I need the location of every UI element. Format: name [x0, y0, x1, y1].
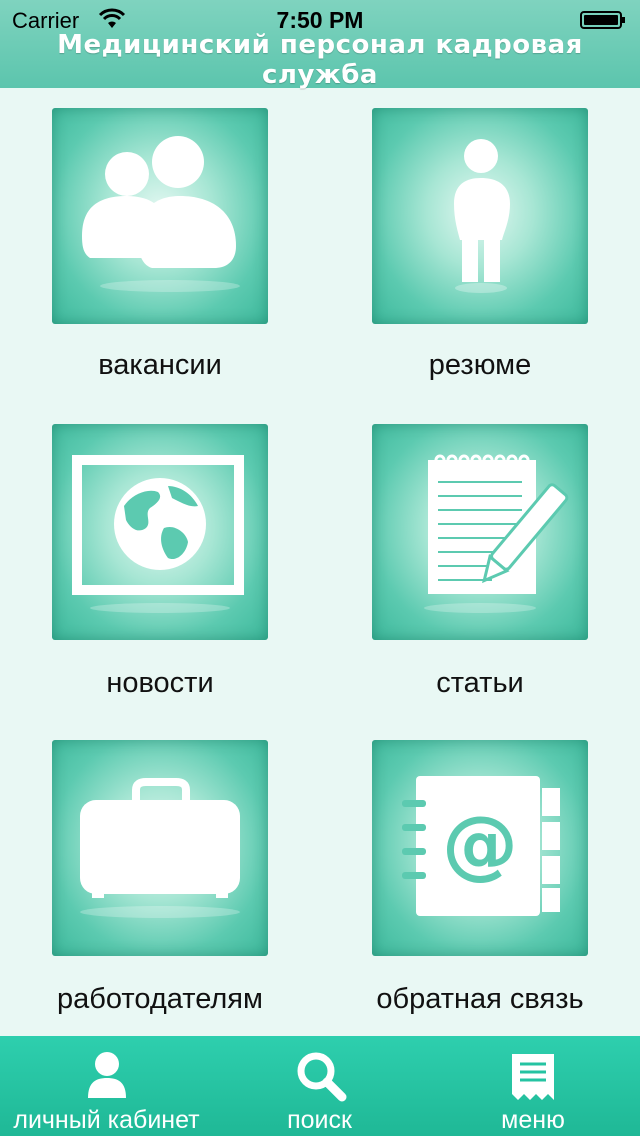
- tile-feedback[interactable]: @: [372, 740, 588, 956]
- tile-articles[interactable]: [372, 424, 588, 640]
- tile-news[interactable]: [52, 424, 268, 640]
- tab-bar: личный кабинет поиск меню: [0, 1036, 640, 1136]
- header: Carrier 7:50 PM Медицинский персонал кад…: [0, 0, 640, 90]
- tile-vacancies[interactable]: [52, 108, 268, 324]
- tile-label-resume: резюме: [428, 349, 532, 381]
- address-book-icon: @: [402, 776, 560, 916]
- tile-label-news: новости: [106, 667, 214, 699]
- tab-label-search: поиск: [287, 1106, 352, 1134]
- user-icon: [88, 1052, 126, 1098]
- svg-text:@: @: [442, 799, 518, 888]
- search-icon: [297, 1052, 347, 1102]
- battery-icon: [580, 11, 625, 29]
- tile-label-employers: работодателям: [57, 983, 263, 1015]
- tile-label-vacancies: вакансии: [98, 349, 222, 381]
- tab-search[interactable]: поиск: [213, 1036, 426, 1136]
- tab-menu[interactable]: меню: [426, 1036, 640, 1136]
- tab-label-menu: меню: [501, 1106, 565, 1134]
- tab-personal-account[interactable]: личный кабинет: [0, 1036, 213, 1136]
- tile-employers[interactable]: [52, 740, 268, 956]
- tile-label-feedback: обратная связь: [376, 983, 584, 1015]
- tile-resume[interactable]: [372, 108, 588, 324]
- notepad-icon: [424, 454, 569, 613]
- person-icon: [454, 139, 510, 293]
- menu-icon: [512, 1054, 554, 1100]
- app-title: Медицинский персонал кадровая служба: [57, 30, 583, 90]
- tile-label-articles: статьи: [436, 667, 524, 699]
- users-icon: [82, 136, 240, 292]
- briefcase-icon: [80, 778, 240, 918]
- tab-label-personal-account: личный кабинет: [13, 1106, 200, 1134]
- globe-icon: [72, 455, 244, 613]
